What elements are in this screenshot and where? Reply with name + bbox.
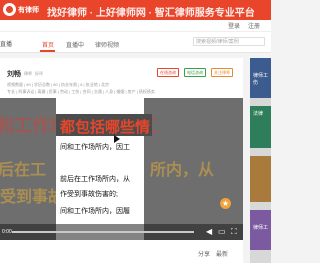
poster-line-1: 间和工作场所内，因工 [60, 144, 130, 151]
player-controls: 0:00 ◀ ▭ ⛶ [0, 224, 243, 240]
lawyer-card: 刘畅 律师 好评 视频数量 | 80 | 学历总数 | 80 | 执业年限 | … [0, 58, 243, 98]
poster-title-band: 都包括哪些情 [56, 114, 152, 136]
video-player[interactable]: 和工作场所内，因工 后在工 所内，从 受到事故伤害的 都包括哪些情 间和工作场所… [0, 98, 243, 240]
lawyer-name[interactable]: 刘畅 [7, 69, 21, 79]
poster-line-2: 前后在工作场所内，从 [60, 176, 130, 183]
online-consult-button[interactable]: 在线咨询 [157, 68, 179, 77]
lawyer-meta-stats: 视频数量 | 80 | 学历总数 | 80 | 执业年限 | 8 | 执业地 |… [7, 82, 109, 87]
pip-icon[interactable]: ▭ [218, 227, 226, 236]
search-input[interactable]: 搜索视频/律师/案例 [193, 37, 265, 46]
poster-title: 都包括哪些情 [60, 119, 151, 136]
slogan: 找好律师 · 上好律师网 · 智汇律师服务专业平台 [47, 8, 255, 19]
video-overlay-line-2-left: 后在工 [0, 162, 47, 179]
rating-label: 好评 [35, 71, 43, 76]
volume-icon[interactable]: ◀ [206, 227, 212, 236]
related-thumb-1[interactable]: 律师工伤 [250, 58, 271, 98]
video-overlay-line-2-right: 所内，从 [150, 162, 215, 179]
lawyer-badge: 律师 [24, 71, 32, 76]
favorite-icon[interactable]: ★ [220, 198, 231, 209]
related-title-1: 律师工伤 [253, 73, 269, 86]
tab-live[interactable]: 直播中 [66, 40, 84, 49]
fullscreen-icon[interactable]: ⛶ [231, 227, 237, 237]
login-link[interactable]: 登录 [228, 21, 240, 30]
related-sidebar: 律师工伤 法律 律师工 [250, 58, 271, 263]
latest-link[interactable]: 最新 [216, 249, 228, 258]
tab-home[interactable]: 首页 [42, 40, 54, 49]
logo-icon [3, 3, 16, 16]
logo-text[interactable]: 有律师 [18, 5, 39, 15]
follow-button[interactable]: 关注律师 [211, 68, 233, 77]
tab-active-indicator [40, 50, 55, 52]
poster-line-3: 作受到事故伤害的; [60, 191, 118, 198]
poster-line-4: 间和工作场所内，因履 [60, 208, 130, 215]
related-thumb-2[interactable]: 法律 [250, 106, 271, 148]
register-link[interactable]: 注册 [248, 21, 260, 30]
current-time: 0:00 [2, 229, 12, 235]
play-icon[interactable] [114, 135, 120, 143]
phone-consult-button[interactable]: 电话咨询 [184, 68, 206, 77]
nav-section-label: 直播 [0, 42, 13, 48]
secondary-bar: 登录 注册 [0, 20, 271, 32]
lawyer-meta-specialties: 专长 | 刑事诉讼 | 离婚 | 民事 | 劳动 | 工伤 | 合同 | 交通 … [7, 89, 155, 94]
bottom-bar: 分享 最新 [0, 240, 243, 263]
related-thumb-4[interactable]: 律师工 [250, 210, 271, 250]
related-thumb-3[interactable] [250, 156, 271, 202]
related-tag-2: 法律 [253, 111, 264, 117]
related-title-4: 律师工 [253, 225, 269, 231]
top-brand-bar: 有律师 找好律师 · 上好律师网 · 智汇律师服务专业平台 [0, 0, 271, 20]
nav-bar: 直播 首页 直播中 律师视频 搜索视频/律师/案例 [0, 32, 271, 53]
tab-lawyer-videos[interactable]: 律师视频 [95, 40, 119, 49]
progress-bar[interactable] [12, 231, 194, 233]
share-link[interactable]: 分享 [198, 249, 210, 258]
